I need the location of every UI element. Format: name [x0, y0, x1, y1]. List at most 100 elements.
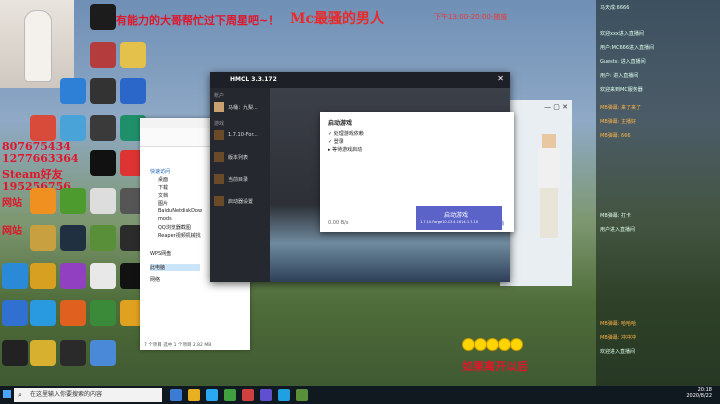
side-text-2: 网站 — [2, 226, 22, 237]
desktop-icon[interactable] — [60, 225, 86, 251]
desktop-icon[interactable] — [90, 78, 116, 104]
explorer-item[interactable]: Reaper视频机械找 — [158, 232, 201, 239]
decoration-bubble — [510, 338, 523, 351]
hmcl-main-area: 启动游戏 ✓ 处理游戏依赖 ✓ 登录 ▸ 等待游戏启动 0.00 B/s 取消 — [270, 88, 514, 282]
quick-access-label[interactable]: 快速访问 — [150, 168, 170, 175]
grass-block-icon — [214, 196, 224, 206]
grass-block-icon — [214, 152, 224, 162]
explorer-item[interactable]: 图片 — [158, 200, 168, 207]
window-controls[interactable]: — ▢ ✕ — [544, 103, 568, 111]
character-skin — [534, 134, 564, 244]
minecraft-icon[interactable] — [60, 188, 86, 214]
stream-title: Mc最骚的男人 — [290, 11, 385, 27]
windows-icon[interactable] — [3, 390, 11, 398]
desktop-icon[interactable] — [90, 225, 116, 251]
chat-line: 用户进入直播间 — [600, 227, 636, 233]
explorer-status: 7 个项目 选中 1 个项目 2.82 MB — [144, 343, 212, 348]
menu-current-dir[interactable]: 当前目录 — [228, 176, 248, 183]
taskbar-clock[interactable]: 20:18 2020/8/22 — [686, 387, 712, 399]
desktop-icon[interactable] — [90, 150, 116, 176]
taskbar-app[interactable] — [170, 389, 182, 401]
chat-line: 用户:MC666进入直播间 — [600, 45, 655, 51]
dialog-title: 启动游戏 — [328, 120, 353, 127]
launch-version: 1.7.10-Forge10.13.4.1614-1.7.10 — [420, 220, 478, 224]
chat-line: MB弹幕: 主播好 — [600, 119, 637, 125]
anime-figure-image — [24, 10, 52, 82]
launch-label: 启动游戏 — [444, 212, 469, 219]
explorer-item[interactable]: mods — [158, 216, 172, 222]
search-icon: ⌕ — [18, 391, 22, 399]
desktop-icon[interactable] — [30, 115, 56, 141]
chat-line: Guests: 进入直播间 — [600, 59, 646, 65]
top-banner-text: 有能力的大哥帮忙过下周星吧~！ — [116, 14, 280, 27]
chat-line: 欢迎进入直播间 — [600, 349, 636, 355]
taskbar-app[interactable] — [242, 389, 254, 401]
hmcl-titlebar[interactable]: HMCL 3.3.172 ✕ — [210, 72, 510, 88]
desktop-icon[interactable] — [30, 300, 56, 326]
desktop-icon[interactable] — [60, 300, 86, 326]
chat-line: 用户: 进入直播间 — [600, 73, 639, 79]
close-icon[interactable]: ✕ — [497, 74, 504, 83]
chat-line: 欢迎xxx进入直播间 — [600, 31, 644, 37]
chat-line: MB弹幕: 666 — [600, 133, 631, 139]
grass-block-icon — [214, 130, 224, 140]
hmcl-sidebar: 账户 马桶：九梨... 游戏 1.7.10-For... 版本列表 当前目录 启… — [210, 88, 270, 282]
desktop-icon[interactable] — [60, 263, 86, 289]
menu-launcher-settings[interactable]: 启动器设置 — [228, 198, 253, 205]
folder-icon[interactable] — [120, 42, 146, 68]
explorer-item[interactable]: 桌面 — [158, 176, 168, 183]
minecraft-icon[interactable] — [296, 389, 308, 401]
desktop-icon[interactable] — [60, 340, 86, 366]
wps-item[interactable]: WPS网盘 — [150, 250, 171, 257]
schedule-text: 下午13:00-20:00-随废 — [434, 13, 508, 21]
chat-line: MB弹幕: 哈哈哈 — [600, 321, 637, 327]
avatar — [214, 102, 224, 112]
explorer-item[interactable]: BaiduNetdiskDow — [158, 208, 202, 214]
desktop-icon[interactable] — [2, 263, 28, 289]
desktop-icon[interactable] — [30, 340, 56, 366]
desktop-icon[interactable] — [2, 300, 28, 326]
desktop-icon[interactable] — [2, 340, 28, 366]
desktop-icon[interactable] — [90, 188, 116, 214]
folder-icon[interactable] — [188, 389, 200, 401]
this-pc-item[interactable]: 此电脑 — [150, 264, 200, 271]
step-item: ▸ 等待游戏启动 — [328, 147, 363, 153]
desktop-icon[interactable] — [120, 78, 146, 104]
desktop-icon[interactable] — [90, 4, 116, 30]
desktop-icon[interactable] — [90, 263, 116, 289]
explorer-item[interactable]: 文档 — [158, 192, 168, 199]
chat-line: 马天成:6666 — [600, 5, 630, 11]
explorer-item[interactable]: 下载 — [158, 184, 168, 191]
launch-game-button[interactable]: 启动游戏 1.7.10-Forge10.13.4.1614-1.7.10 — [416, 206, 502, 230]
taskbar-app[interactable] — [206, 389, 218, 401]
webcam-overlay — [0, 0, 74, 88]
taskbar-app[interactable] — [224, 389, 236, 401]
step-item: ✓ 处理游戏依赖 — [328, 131, 364, 137]
taskbar-app[interactable] — [260, 389, 272, 401]
desktop-icon[interactable] — [90, 300, 116, 326]
step-item: ✓ 登录 — [328, 139, 344, 145]
desktop-icon[interactable] — [60, 115, 86, 141]
version-item[interactable]: 1.7.10-For... — [228, 132, 258, 138]
bottom-banner: 如果离开以后 — [462, 360, 528, 373]
qq-icon[interactable] — [278, 389, 290, 401]
desktop-icon[interactable] — [30, 225, 56, 251]
side-text-1: 网站 — [2, 198, 22, 209]
desktop-icon[interactable] — [90, 42, 116, 68]
desktop-icon[interactable] — [60, 78, 86, 104]
taskbar-search-input[interactable]: ⌕ 在这里输入你要搜索的内容 — [14, 388, 162, 402]
hmcl-window[interactable]: HMCL 3.3.172 ✕ 账户 马桶：九梨... 游戏 1.7.10-For… — [210, 72, 514, 282]
account-name[interactable]: 马桶：九梨... — [228, 104, 258, 111]
explorer-item[interactable]: QQ浏览器截图 — [158, 224, 191, 231]
desktop-icon[interactable] — [30, 263, 56, 289]
desktop-icon[interactable] — [30, 188, 56, 214]
download-speed: 0.00 B/s — [328, 220, 349, 226]
chat-line: MB弹幕: 打卡 — [600, 213, 632, 219]
desktop-icon[interactable] — [90, 340, 116, 366]
desktop-icon[interactable] — [90, 115, 116, 141]
menu-version-list[interactable]: 版本列表 — [228, 154, 248, 161]
network-item[interactable]: 网络 — [150, 276, 160, 283]
grass-block-icon — [214, 174, 224, 184]
clock-date: 2020/8/22 — [686, 393, 712, 399]
chat-panel[interactable]: 马天成:6666 欢迎xxx进入直播间 用户:MC666进入直播间 Guests… — [596, 0, 720, 386]
